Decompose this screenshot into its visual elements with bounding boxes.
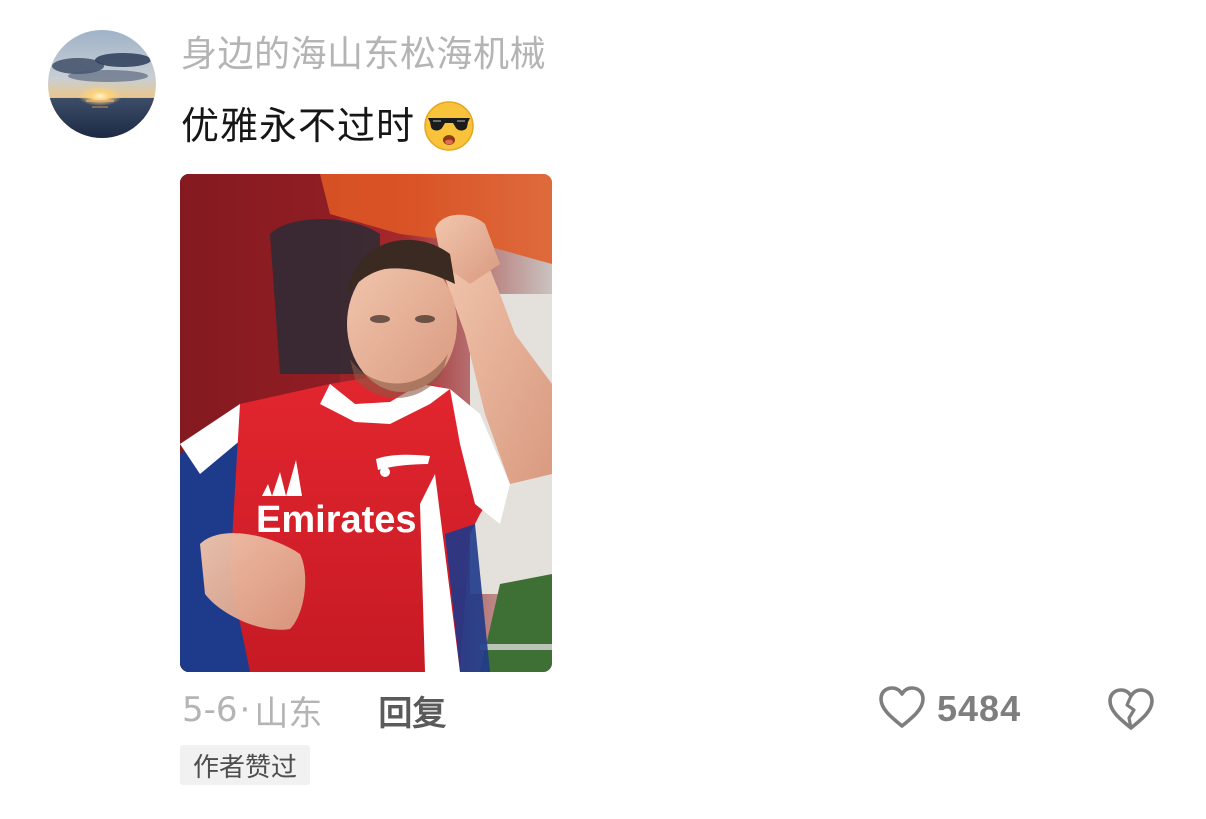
broken-heart-icon [1106,688,1156,738]
comment-text: 优雅永不过时 [181,104,416,148]
heart-outline-icon [877,684,927,734]
comment-date: 5-6 [182,690,238,730]
comment-location: 山东 [254,693,323,734]
photo-jersey-text: Emirates [256,499,417,541]
like-button[interactable]: 5484 [877,684,1021,734]
author-liked-badge: 作者赞过 [180,745,311,785]
like-count: 5484 [937,688,1022,729]
meta-separator: · [239,690,251,730]
comment-item: 身边的海山东松海机械 优雅永不过时 Emirates 5-6 · 山东 回复 作… [0,0,1206,819]
sunglasses-emoji-icon [423,100,475,152]
reply-button[interactable]: 回复 [378,686,446,735]
comment-body: 优雅永不过时 [181,100,475,152]
comment-meta: 5-6 · 山东 回复 [182,686,446,734]
comment-image[interactable]: Emirates [180,174,552,672]
avatar[interactable] [48,30,156,138]
dislike-button[interactable] [1106,684,1156,734]
username[interactable]: 身边的海山东松海机械 [181,32,546,78]
